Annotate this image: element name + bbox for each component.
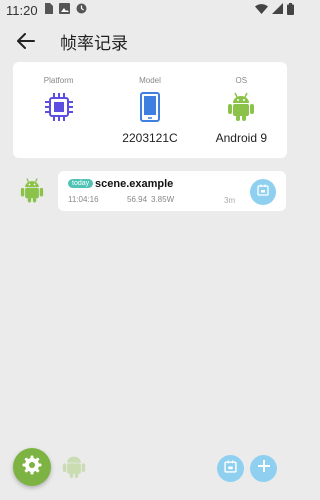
record-delete-button[interactable] [250, 179, 276, 205]
os-label: OS [235, 76, 248, 85]
wifi-icon [255, 3, 268, 17]
os-info: OS Android 9 [196, 62, 287, 158]
model-value: 2203121C [122, 131, 178, 145]
device-info-card: Platform Model 2203121C OS Android 9 [13, 62, 287, 158]
clock-icon [76, 3, 87, 17]
signal-icon [272, 3, 283, 17]
record-time: 11:04:16 [68, 195, 99, 204]
model-label: Model [139, 76, 161, 85]
status-bar: 11:20 [0, 0, 300, 20]
app-bar: 帧率记录 [0, 20, 300, 62]
page-title: 帧率记录 [60, 33, 128, 54]
record-power: 3.85W [151, 195, 175, 204]
android-icon [62, 453, 86, 484]
arrow-back-icon[interactable] [14, 29, 38, 53]
calendar-delete-icon [257, 183, 269, 201]
settings-button[interactable] [13, 448, 51, 486]
chip-icon [44, 91, 74, 123]
gear-icon [22, 455, 42, 480]
android-icon [227, 91, 255, 123]
platform-info: Platform [13, 62, 104, 158]
today-badge: today [68, 179, 94, 188]
model-info: Model 2203121C [104, 62, 195, 158]
delete-all-button[interactable] [217, 455, 244, 482]
record-fps: 56.94 [127, 195, 148, 204]
battery-icon [287, 2, 294, 18]
plus-icon [257, 459, 271, 478]
record-title: scene.example [95, 178, 174, 190]
calendar-delete-icon [224, 460, 237, 478]
record-item[interactable]: today scene.example 11:04:16 56.94 3.85W… [58, 171, 286, 211]
add-button[interactable] [250, 455, 277, 482]
image-icon [58, 3, 70, 17]
record-duration: 3m [224, 196, 236, 205]
platform-label: Platform [43, 76, 74, 85]
status-time: 11:20 [6, 2, 38, 18]
os-value: Android 9 [215, 131, 267, 145]
sim-card-icon [44, 3, 53, 17]
android-icon [20, 177, 44, 209]
phone-icon [139, 91, 160, 123]
